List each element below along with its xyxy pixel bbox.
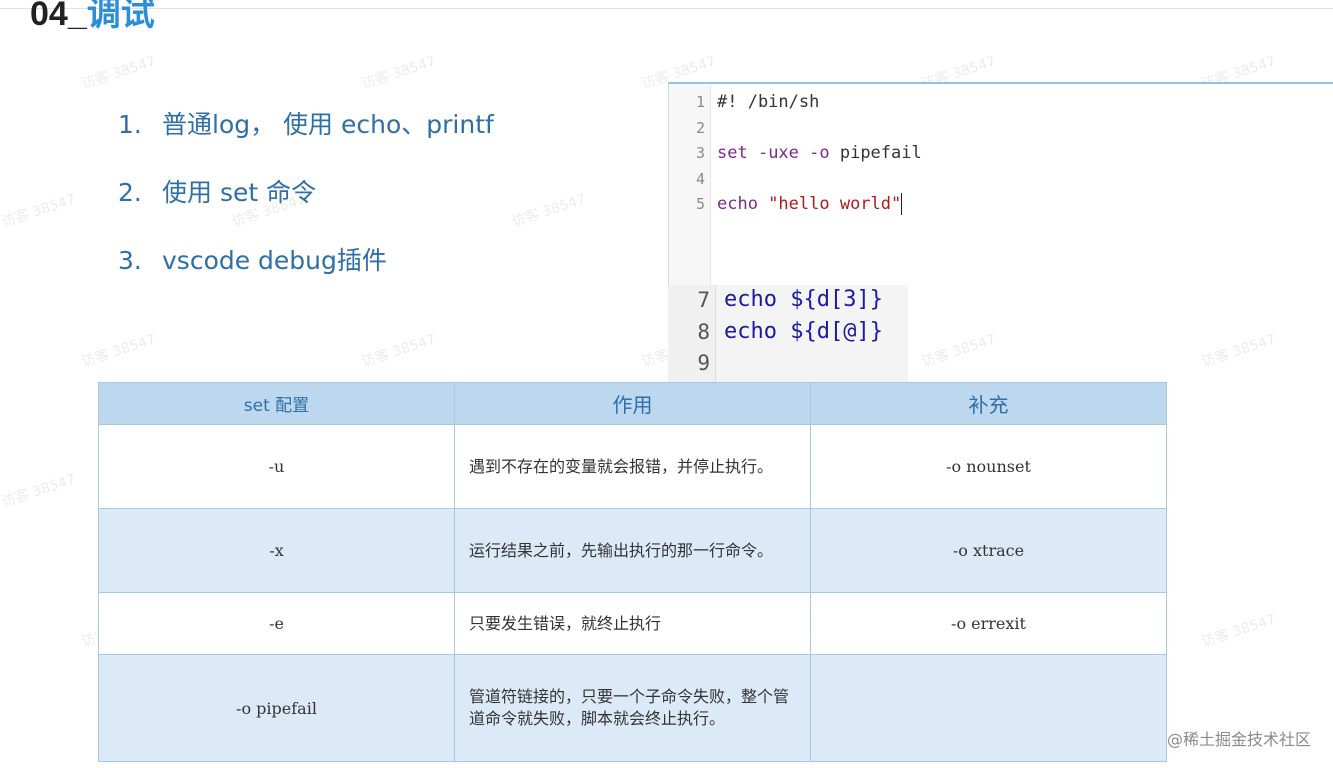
- code-text: echo "hello world": [717, 192, 903, 216]
- code-line: 1 #! /bin/sh: [669, 90, 819, 114]
- bullet-index: 2.: [118, 178, 142, 207]
- bullet-text: vscode debug插件: [162, 246, 387, 275]
- code-token: echo: [717, 194, 769, 215]
- code-token: #! /bin/sh: [717, 92, 820, 112]
- column-header: 补充: [810, 382, 1167, 425]
- long-option-cell: -o errexit: [810, 592, 1167, 655]
- watermark: 访客 38547: [1199, 331, 1278, 371]
- description-cell: 只要发生错误，就终止执行: [454, 592, 811, 655]
- code-token: echo ${d[3]}: [724, 287, 883, 312]
- code-token: -uxe -o: [757, 143, 840, 164]
- line-number: 4: [695, 169, 705, 188]
- description-cell: 遇到不存在的变量就会报错，并停止执行。: [454, 424, 811, 509]
- bullet-text: 使用 set 命令: [162, 178, 317, 207]
- code-text: set -uxe -o pipefail: [717, 141, 922, 165]
- bullet-index: 1.: [118, 110, 142, 139]
- slide-title: 04_调试: [30, 0, 155, 35]
- watermark: 访客 38547: [79, 331, 158, 371]
- table-row: -u 遇到不存在的变量就会报错，并停止执行。 -o nounset: [98, 424, 1167, 509]
- watermark: 访客 38547: [0, 471, 78, 511]
- code-line: 7 echo ${d[3]}: [668, 285, 883, 316]
- column-header: set 配置: [98, 382, 455, 425]
- description-cell: 运行结果之前，先输出执行的那一行命令。: [454, 508, 811, 593]
- slide-title-text: 调试: [86, 0, 155, 33]
- line-number: 1: [695, 93, 705, 111]
- option-cell: -x: [98, 508, 455, 593]
- text-cursor: [901, 193, 903, 216]
- slide-title-number: 04_: [30, 0, 87, 33]
- bullet-text: 普通log， 使用 echo、printf: [162, 110, 494, 139]
- code-editor-screenshot: 1 #! /bin/sh 2 3 set -uxe -o pipefail 4 5 echo …: [668, 82, 1333, 287]
- table-row: -e 只要发生错误，就终止执行 -o errexit: [98, 592, 1167, 655]
- watermark: 访客 38547: [1199, 611, 1278, 651]
- code-line: 8 echo ${d[@]}: [668, 316, 883, 348]
- source-credit: @稀土掘金技术社区: [1166, 730, 1311, 749]
- code-line: 5 echo "hello world": [669, 192, 903, 216]
- watermark: 访客 38547: [79, 53, 158, 93]
- line-number: 3: [695, 144, 705, 163]
- top-divider: [0, 8, 1333, 9]
- line-number: 7: [697, 288, 710, 312]
- code-line: 9: [668, 347, 710, 379]
- option-cell: -u: [98, 424, 455, 509]
- bullet-list: 1. 普通log， 使用 echo、printf 2. 使用 set 命令 3. vs…: [118, 105, 494, 309]
- set-options-table: set 配置 作用 补充 -u 遇到不存在的变量就会报错，并停止执行。 -o n…: [98, 382, 1167, 762]
- code-line: 4: [669, 167, 705, 191]
- code-text: #! /bin/sh: [717, 90, 819, 114]
- code-line: 2: [669, 116, 705, 140]
- table-row: -o pipefail 管道符链接的，只要一个子命令失败，整个管道命令就失败，脚…: [98, 654, 1167, 762]
- line-number: 9: [697, 351, 710, 375]
- code-line: 3 set -uxe -o pipefail: [669, 141, 922, 165]
- option-cell: -e: [98, 592, 455, 655]
- watermark: 访客 38547: [359, 53, 438, 93]
- code-text: echo ${d[3]}: [724, 285, 883, 316]
- bullet-item: 2. 使用 set 命令: [118, 173, 494, 241]
- bullet-item: 3. vscode debug插件: [118, 241, 494, 309]
- long-option-cell: [810, 654, 1167, 762]
- line-number: 2: [695, 118, 705, 137]
- bullet-index: 3.: [118, 246, 142, 275]
- code-text: echo ${d[@]}: [724, 316, 883, 348]
- column-header: 作用: [454, 382, 811, 425]
- bullet-item: 1. 普通log， 使用 echo、printf: [118, 105, 494, 173]
- code-token: pipefail: [839, 143, 922, 164]
- line-number: 5: [695, 195, 705, 214]
- code-token: echo ${d[@]}: [724, 319, 883, 344]
- option-cell: -o pipefail: [98, 654, 455, 762]
- long-option-cell: -o nounset: [810, 424, 1167, 509]
- description-cell: 管道符链接的，只要一个子命令失败，整个管道命令就失败，脚本就会终止执行。: [454, 654, 811, 762]
- long-option-cell: -o xtrace: [810, 508, 1167, 593]
- line-number: 8: [697, 320, 710, 344]
- watermark: 访客 38547: [0, 191, 78, 231]
- watermark: 访客 38547: [509, 191, 588, 231]
- table-header-row: set 配置 作用 补充: [98, 382, 1167, 425]
- watermark: 访客 38547: [359, 331, 438, 371]
- table-row: -x 运行结果之前，先输出执行的那一行命令。 -o xtrace: [98, 508, 1167, 593]
- code-token: set: [717, 143, 758, 164]
- watermark: 访客 38547: [919, 331, 998, 371]
- code-token: "hello world": [768, 194, 902, 215]
